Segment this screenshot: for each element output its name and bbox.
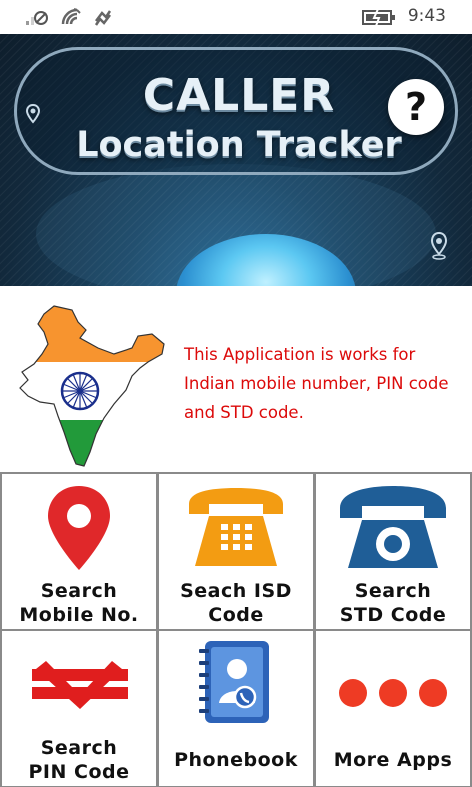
tile-label: Phonebook [174, 749, 298, 771]
phonebook-tile[interactable]: Phonebook [159, 631, 313, 786]
help-button[interactable]: ? [388, 79, 444, 135]
app-subtitle: Location Tracker [76, 125, 402, 165]
info-text: This Application is works for Indian mob… [184, 345, 449, 422]
location-pin-icon [430, 232, 448, 260]
info-section: This Application is works for Indian mob… [0, 286, 472, 472]
search-std-tile[interactable]: Search STD Code [316, 474, 470, 629]
wifi-icon [61, 8, 81, 25]
more-apps-tile[interactable]: More Apps [316, 631, 470, 786]
more-dots-icon [339, 679, 447, 707]
status-bar: 9:43 [0, 0, 472, 34]
search-isd-tile[interactable]: Seach ISD Code [159, 474, 313, 629]
tile-label: Search STD Code [339, 580, 447, 626]
app-banner: CALLER Location Tracker ? [0, 34, 472, 286]
signal-off-icon [26, 11, 48, 25]
tile-label: Search Mobile No. [19, 580, 139, 626]
data-sync-icon [94, 10, 112, 26]
map-pin-icon [48, 486, 110, 570]
search-mobile-tile[interactable]: Search Mobile No. [2, 474, 156, 629]
tile-label: Search PIN Code [28, 737, 130, 783]
phonebook-icon [199, 641, 269, 723]
tile-label: Seach ISD Code [180, 580, 292, 626]
rotary-phone-icon [340, 486, 446, 568]
battery-charging-icon [362, 8, 395, 27]
india-flag-map-icon [19, 305, 165, 467]
tile-label: More Apps [333, 749, 453, 771]
india-post-icon [32, 661, 128, 709]
telephone-icon [189, 488, 283, 566]
search-pin-tile[interactable]: Search PIN Code [2, 631, 156, 786]
location-pin-icon [26, 104, 40, 124]
feature-grid: Search Mobile No. Seach ISD Code Search … [0, 472, 472, 787]
status-time: 9:43 [407, 6, 446, 26]
